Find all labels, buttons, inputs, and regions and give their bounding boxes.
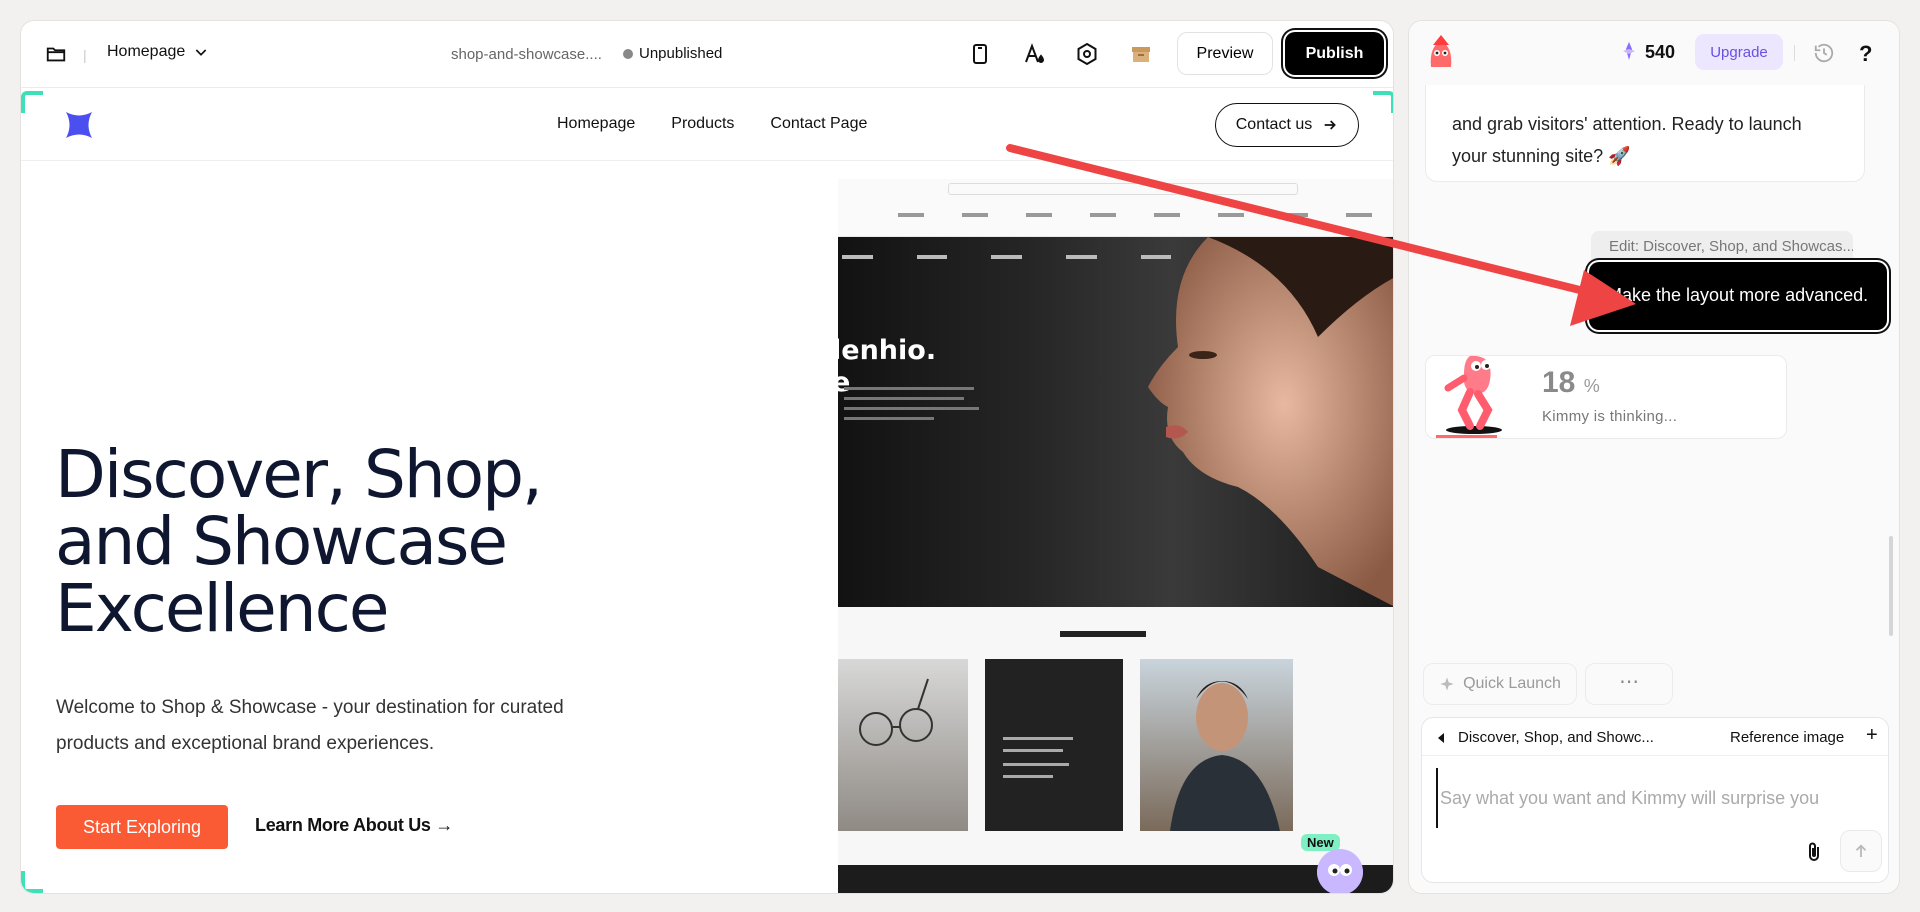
learn-more-link[interactable]: Learn More About Us → xyxy=(255,815,453,836)
assistant-bot-icon[interactable] xyxy=(1317,849,1363,894)
mockup-section-label xyxy=(1060,631,1146,637)
site-nav-links: Homepage Products Contact Page xyxy=(557,115,867,133)
hero-title: Discover, Shop, and Showcase Excellence xyxy=(55,436,543,647)
attach-icon[interactable] xyxy=(1802,840,1826,864)
mockup-headline-line: lenhio. xyxy=(838,335,937,366)
mockup-address-bar xyxy=(948,183,1298,195)
page-selector-label: Homepage xyxy=(107,43,186,60)
publish-status: Unpublished xyxy=(623,45,722,62)
divider xyxy=(1794,45,1795,61)
nav-link-contact-page[interactable]: Contact Page xyxy=(770,115,867,133)
mockup-browser-bar xyxy=(838,179,1393,237)
tile-image xyxy=(1140,659,1293,831)
help-icon[interactable]: ? xyxy=(1859,41,1872,67)
mobile-view-icon[interactable] xyxy=(968,42,992,66)
quick-launch-label: Quick Launch xyxy=(1463,675,1561,692)
new-badge: New xyxy=(1301,834,1340,851)
folder-icon[interactable] xyxy=(45,43,67,65)
hero-subtitle: Welcome to Shop & Showcase - your destin… xyxy=(56,697,564,754)
editor-panel: | Homepage shop-and-showcase.... Unpubli… xyxy=(20,20,1394,894)
quick-launch-button[interactable]: Quick Launch xyxy=(1423,663,1577,705)
divider: | xyxy=(83,47,87,63)
prompt-input[interactable] xyxy=(1436,768,1876,828)
preview-button[interactable]: Preview xyxy=(1177,32,1273,75)
nav-link-homepage[interactable]: Homepage xyxy=(557,115,635,133)
editor-toolbar: | Homepage shop-and-showcase.... Unpubli… xyxy=(21,21,1393,88)
contact-us-button[interactable]: Contact us xyxy=(1215,103,1359,147)
sparkle-icon xyxy=(1440,677,1454,691)
context-label: Discover, Shop, and Showc... xyxy=(1458,729,1654,746)
mockup-menu xyxy=(898,213,1393,217)
progress-percent: 18 % xyxy=(1542,366,1600,400)
man-portrait-image xyxy=(1170,681,1280,831)
thinking-status: Kimmy is thinking... xyxy=(1542,408,1678,425)
context-row: Discover, Shop, and Showc... Reference i… xyxy=(1422,718,1888,756)
publish-button[interactable]: Publish xyxy=(1285,32,1384,75)
chat-panel: and grab visitors' attention. Ready to l… xyxy=(1408,20,1900,894)
progress-bar xyxy=(1436,435,1497,438)
hero-image: lenhio.e xyxy=(838,179,1393,893)
start-exploring-button[interactable]: Start Exploring xyxy=(56,805,228,849)
add-reference-icon[interactable]: + xyxy=(1866,724,1878,747)
page-selector[interactable]: Homepage xyxy=(107,43,209,61)
context-selector[interactable]: Discover, Shop, and Showc... xyxy=(1436,729,1654,746)
prompt-box: Discover, Shop, and Showc... Reference i… xyxy=(1421,717,1889,883)
arrow-right-icon xyxy=(1324,120,1337,130)
thinking-card: 18 % Kimmy is thinking... xyxy=(1425,355,1787,439)
glasses-icon xyxy=(859,678,933,746)
user-message: Make the layout more advanced. xyxy=(1589,262,1887,330)
frame-corner xyxy=(21,871,43,893)
mockup-footer xyxy=(838,865,1393,893)
progress-value: 18 xyxy=(1542,366,1576,399)
reference-image-button[interactable]: Reference image xyxy=(1730,729,1844,746)
site-name: shop-and-showcase.... xyxy=(451,46,602,63)
portrait-image xyxy=(1148,237,1393,606)
arrow-up-icon xyxy=(1855,844,1867,857)
nav-link-products[interactable]: Products xyxy=(671,115,734,133)
progress-unit: % xyxy=(1583,376,1600,396)
settings-icon[interactable] xyxy=(1075,42,1099,66)
font-style-icon[interactable] xyxy=(1022,42,1046,66)
more-options-button[interactable]: ⋯ xyxy=(1585,663,1673,705)
kimmy-running-icon xyxy=(1444,355,1502,434)
history-icon[interactable] xyxy=(1813,42,1835,64)
upgrade-button[interactable]: Upgrade xyxy=(1695,34,1783,70)
site-logo-icon[interactable] xyxy=(63,109,95,141)
publish-status-label: Unpublished xyxy=(639,45,723,62)
contact-us-label: Contact us xyxy=(1235,116,1313,133)
credits-count: 540 xyxy=(1645,42,1676,62)
site-canvas[interactable]: Homepage Products Contact Page Contact u… xyxy=(21,89,1393,894)
mockup-text-lines xyxy=(844,387,979,427)
kimmy-mascot-icon[interactable] xyxy=(1423,33,1459,69)
site-navbar: Homepage Products Contact Page Contact u… xyxy=(21,89,1393,161)
chat-header: 540 Upgrade ? xyxy=(1409,21,1899,85)
send-button[interactable] xyxy=(1840,830,1882,872)
mockup-hero: lenhio.e xyxy=(838,237,1393,607)
package-icon[interactable] xyxy=(1129,42,1153,66)
status-dot-icon xyxy=(623,48,633,59)
chevron-down-icon xyxy=(196,49,207,56)
edit-context-chip: Edit: Discover, Shop, and Showcas... xyxy=(1591,231,1853,261)
credits-icon xyxy=(1623,42,1635,60)
tile-image xyxy=(838,659,968,831)
caret-left-icon xyxy=(1438,732,1444,743)
tile-image xyxy=(985,659,1123,831)
scrollbar[interactable] xyxy=(1889,536,1893,636)
